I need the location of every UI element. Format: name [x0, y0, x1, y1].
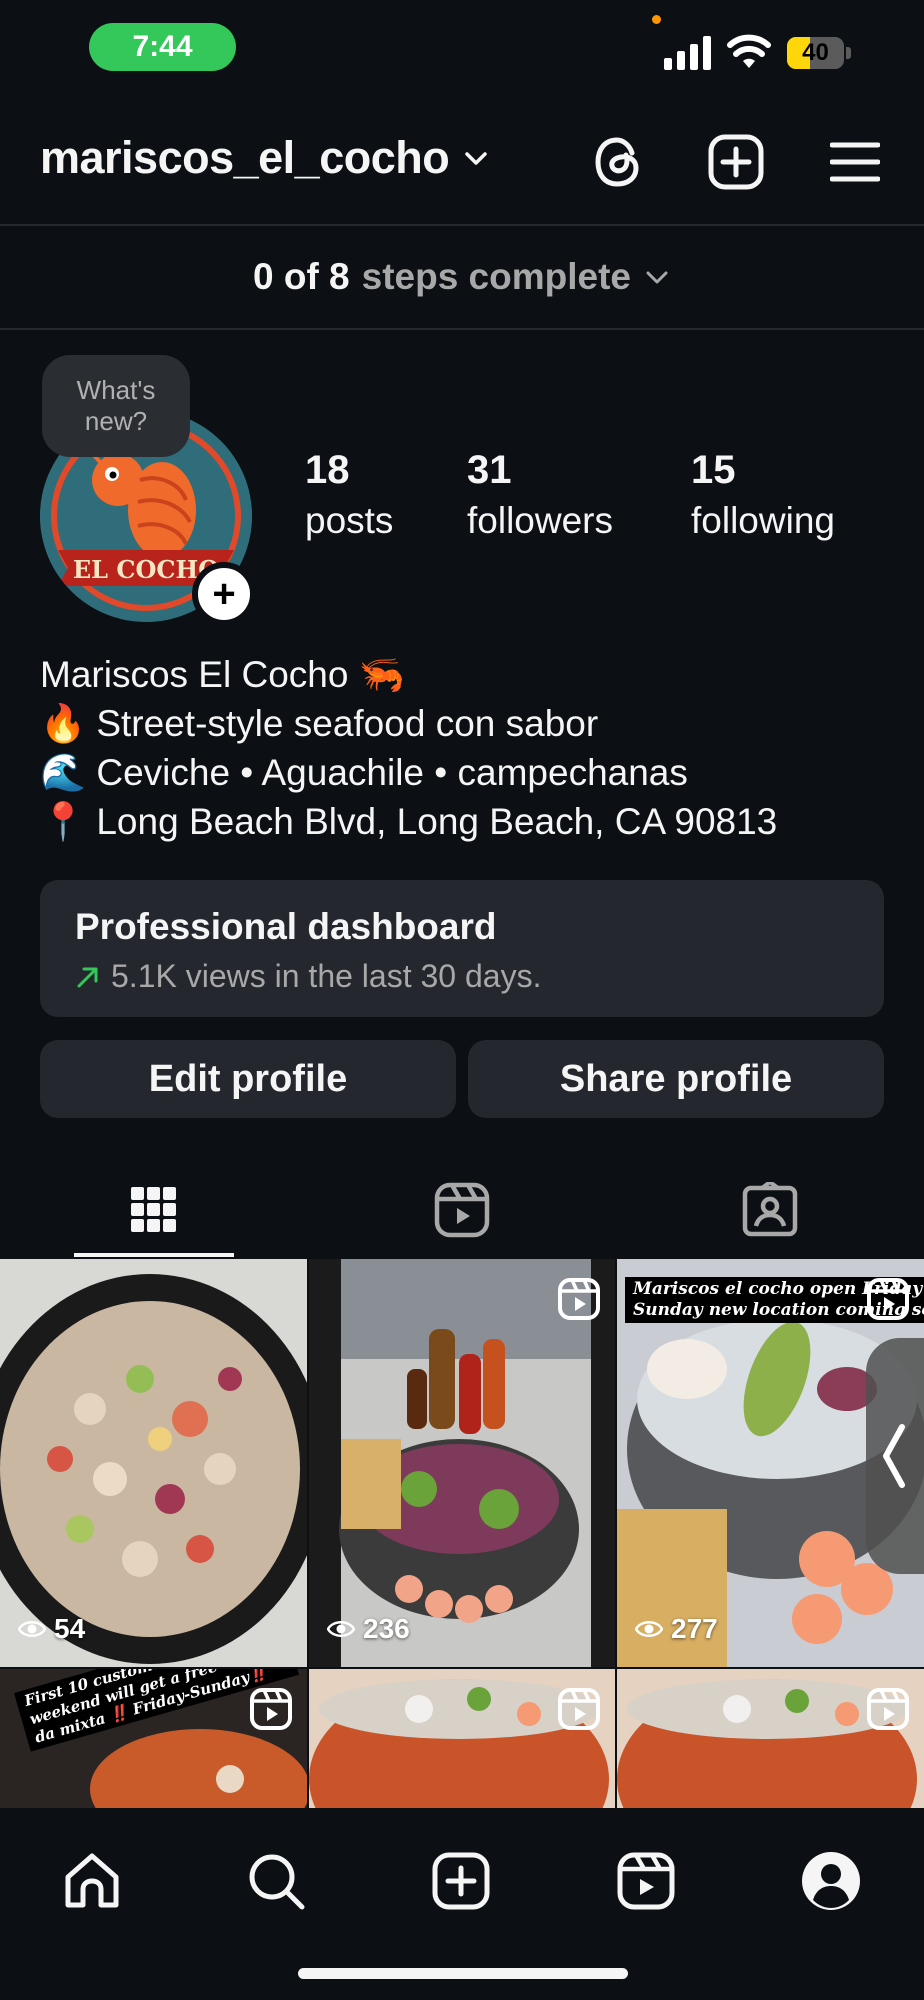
- cellular-signal-icon: [664, 36, 711, 70]
- professional-dashboard[interactable]: Professional dashboard 5.1K views in the…: [40, 880, 884, 1017]
- nav-create[interactable]: [428, 1848, 494, 1914]
- view-count-value: 236: [363, 1613, 410, 1644]
- tagged-icon: [742, 1182, 798, 1237]
- view-count: 54: [18, 1613, 85, 1645]
- steps-divider: [0, 328, 924, 330]
- dashboard-subtitle: 5.1K views in the last 30 days.: [111, 958, 542, 994]
- privacy-indicator-dot: [652, 15, 661, 24]
- create-post-icon[interactable]: [706, 132, 766, 192]
- tab-posts-grid[interactable]: [74, 1165, 234, 1255]
- bio-location: 📍 Long Beach Blvd, Long Beach, CA 90813: [40, 801, 778, 842]
- reel-badge-icon: [867, 1278, 909, 1320]
- account-switcher[interactable]: mariscos_el_cocho: [40, 132, 489, 184]
- stat-followers-label: followers: [467, 500, 613, 541]
- stat-following-value: 15: [691, 448, 736, 492]
- battery-percent: 40: [802, 39, 829, 66]
- bio-name: Mariscos El Cocho 🦐: [40, 654, 405, 695]
- battery-icon: 40: [787, 37, 851, 69]
- reels-icon: [434, 1182, 490, 1238]
- post-thumbnail[interactable]: First 10 customers to purchase weekend w…: [0, 1669, 307, 1808]
- nav-reels[interactable]: [613, 1848, 679, 1914]
- stat-followers[interactable]: 31 followers: [467, 450, 613, 539]
- view-count-value: 277: [671, 1613, 718, 1644]
- profile-avatar-icon: [802, 1852, 860, 1910]
- create-icon: [432, 1852, 490, 1910]
- bio-line: 🔥 Street-style seafood con sabor: [40, 703, 599, 744]
- bio-line: 🌊 Ceviche • Aguachile • campechanas: [40, 752, 688, 793]
- edit-profile-button[interactable]: Edit profile: [40, 1040, 456, 1118]
- stat-posts-label: posts: [305, 500, 394, 541]
- status-bar: 7:44 40: [0, 0, 924, 100]
- steps-label: steps complete: [361, 256, 631, 297]
- whats-new-bubble[interactable]: What's new?: [42, 355, 190, 457]
- post-thumbnail[interactable]: [309, 1669, 615, 1808]
- post-thumbnail[interactable]: [617, 1669, 924, 1808]
- nav-home[interactable]: [59, 1848, 125, 1914]
- reel-badge-icon: [867, 1688, 909, 1730]
- chevron-left-icon: [883, 1424, 905, 1488]
- reel-badge-icon: [250, 1688, 292, 1730]
- add-story-button[interactable]: +: [192, 562, 256, 626]
- stat-following-label: following: [691, 500, 835, 541]
- trend-up-icon: [77, 967, 98, 987]
- home-indicator: [298, 1968, 628, 1979]
- view-count: 277: [635, 1613, 718, 1645]
- profile-bio: Mariscos El Cocho 🦐 🔥 Street-style seafo…: [40, 650, 900, 846]
- side-panel-handle[interactable]: [866, 1338, 924, 1574]
- view-count: 236: [327, 1613, 410, 1645]
- threads-icon[interactable]: [588, 132, 648, 192]
- post-thumbnail[interactable]: 236: [309, 1259, 615, 1667]
- nav-search[interactable]: [243, 1848, 309, 1914]
- tab-tagged[interactable]: [690, 1165, 850, 1255]
- steps-count: 0 of 8: [252, 256, 350, 297]
- search-icon: [249, 1854, 305, 1910]
- tab-reels[interactable]: [382, 1165, 542, 1255]
- active-tab-indicator: [74, 1253, 234, 1257]
- post-thumbnail[interactable]: 54: [0, 1259, 307, 1667]
- stat-posts-value: 18: [305, 448, 350, 492]
- status-time[interactable]: 7:44: [89, 23, 236, 71]
- share-profile-button[interactable]: Share profile: [468, 1040, 884, 1118]
- view-count-value: 54: [54, 1613, 86, 1644]
- reels-icon: [617, 1852, 675, 1910]
- chevron-down-icon: [646, 271, 668, 284]
- dashboard-title: Professional dashboard: [75, 906, 497, 947]
- wifi-icon: [727, 34, 771, 68]
- setup-steps-banner[interactable]: 0 of 8 steps complete: [0, 226, 924, 328]
- reel-badge-icon: [558, 1688, 600, 1730]
- nav-profile[interactable]: [798, 1848, 864, 1914]
- home-icon: [65, 1853, 119, 1908]
- dashboard-stats: 5.1K views in the last 30 days.: [75, 958, 849, 995]
- stat-followers-value: 31: [467, 448, 512, 492]
- menu-icon[interactable]: [825, 132, 885, 192]
- profile-header: mariscos_el_cocho: [0, 110, 924, 220]
- stat-following[interactable]: 15 following: [691, 450, 835, 539]
- username[interactable]: mariscos_el_cocho: [40, 132, 450, 184]
- chevron-down-icon[interactable]: [463, 145, 489, 171]
- eye-icon: [18, 1621, 46, 1637]
- eye-icon: [327, 1621, 355, 1637]
- grid-icon: [131, 1187, 176, 1232]
- stat-posts[interactable]: 18 posts: [305, 450, 393, 539]
- reel-badge-icon: [558, 1278, 600, 1320]
- eye-icon: [635, 1621, 663, 1637]
